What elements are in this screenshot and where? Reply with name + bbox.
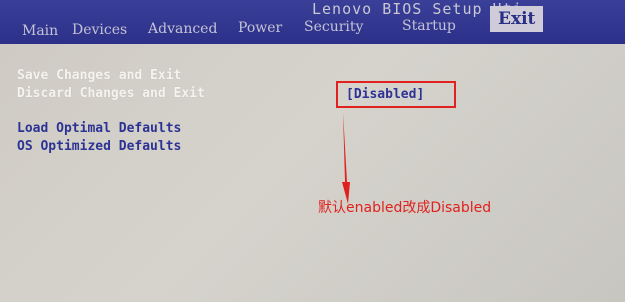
discard-changes-exit-item[interactable]: Discard Changes and Exit: [17, 86, 205, 101]
tab-power[interactable]: Power: [238, 20, 282, 36]
tab-security[interactable]: Security: [304, 19, 363, 35]
bios-header-bar: Lenovo BIOS Setup Uti Main Devices Advan…: [0, 0, 625, 44]
tab-main[interactable]: Main: [22, 23, 58, 39]
tab-startup[interactable]: Startup: [402, 18, 456, 34]
os-optimized-defaults-item[interactable]: OS Optimized Defaults: [17, 139, 181, 154]
annotation-note: 默认enabled改成Disabled: [318, 200, 492, 216]
tab-bar: Main Devices Advanced Power Security Sta…: [0, 6, 625, 44]
save-changes-exit-item[interactable]: Save Changes and Exit: [17, 68, 181, 83]
tab-exit[interactable]: Exit: [490, 6, 544, 32]
tab-devices[interactable]: Devices: [72, 22, 127, 38]
tab-advanced[interactable]: Advanced: [148, 21, 217, 37]
os-optimized-value-highlight: [Disabled]: [336, 81, 456, 108]
os-optimized-value[interactable]: [Disabled]: [346, 87, 424, 102]
load-optimal-defaults-item[interactable]: Load Optimal Defaults: [17, 121, 181, 136]
